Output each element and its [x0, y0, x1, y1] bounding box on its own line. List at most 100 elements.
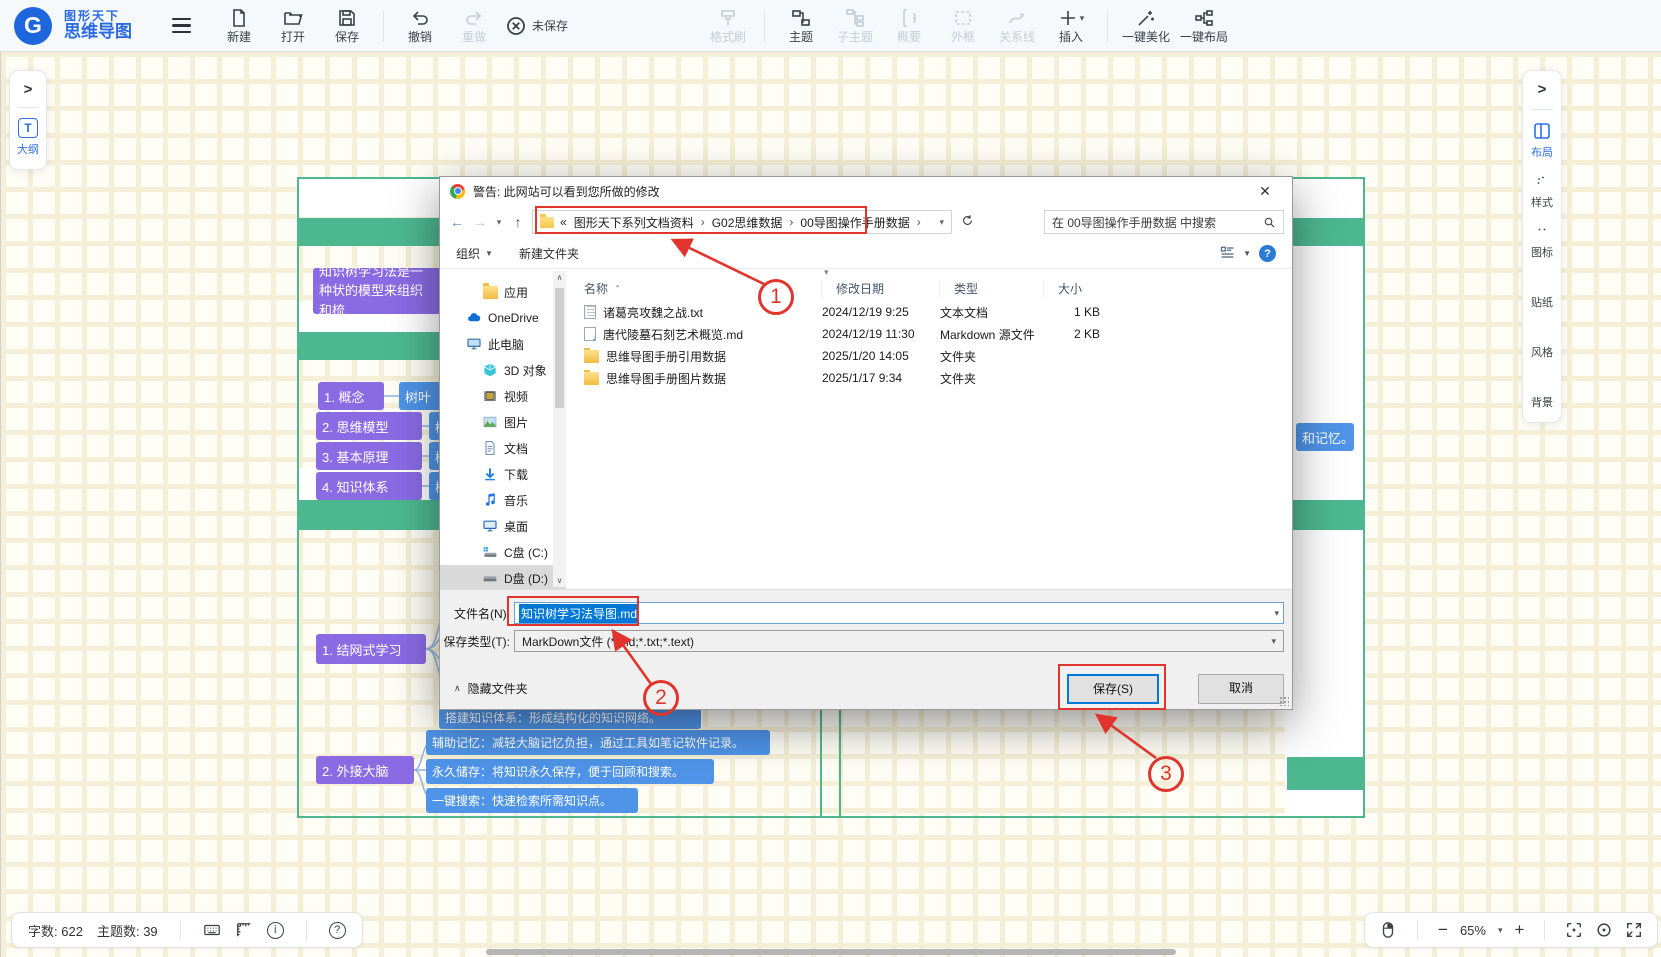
undo-button[interactable]: 撤销 [398, 8, 442, 43]
nav-item-3D 对象[interactable]: 3D 对象 [440, 357, 566, 383]
nav-item-文档[interactable]: 文档 [440, 435, 566, 461]
refresh-icon[interactable] [957, 214, 977, 230]
mouse-icon[interactable] [1379, 921, 1397, 939]
breadcrumb-overflow[interactable]: « [560, 215, 567, 229]
save-file-dialog: 警告: 此网站可以看到您所做的修改 ✕ ← → ▾ ↑ « 图形天下系列文档资料… [439, 176, 1293, 710]
auto-layout-button[interactable]: 一键布局 [1180, 8, 1228, 43]
organize-menu[interactable]: 组织▼ [456, 245, 493, 262]
breadcrumb-level2[interactable]: G02思维数据 [712, 214, 783, 231]
column-size[interactable]: 大小 [1044, 280, 1110, 298]
mindmap-node[interactable]: 2. 外接大脑 [316, 756, 414, 784]
back-icon[interactable]: ← [448, 214, 466, 230]
expand-left-panel-icon[interactable]: > [24, 81, 33, 98]
beautify-button[interactable]: 一键美化 [1122, 8, 1170, 43]
column-date[interactable]: 修改日期 [822, 280, 940, 298]
zoom-level[interactable]: 65% [1460, 923, 1486, 938]
panel-item-icon[interactable]: 图标 [1531, 221, 1553, 260]
file-row[interactable]: 诸葛亮攻魏之战.txt2024/12/19 9:25文本文档1 KB [570, 301, 1286, 323]
dialog-titlebar[interactable]: 警告: 此网站可以看到您所做的修改 ✕ [440, 177, 1292, 205]
nav-pane-scrollbar[interactable]: ∧∨ [553, 271, 566, 587]
savetype-select[interactable]: MarkDown文件 (*.md;*.txt;*.text) ▾ [514, 630, 1284, 652]
file-row[interactable]: 思维导图手册引用数据2025/1/20 14:05文件夹 [570, 345, 1286, 367]
forward-icon[interactable]: → [471, 214, 489, 230]
toolbar-button-label: 一键美化 [1122, 31, 1170, 43]
topic-button[interactable]: 主题 [779, 8, 823, 43]
zoom-dropdown-icon[interactable]: ▾ [1498, 925, 1503, 936]
resize-grip[interactable] [1279, 696, 1289, 706]
nav-item-此电脑[interactable]: 此电脑 [440, 331, 566, 357]
mindmap-node[interactable]: 2. 思维模型 [316, 412, 422, 440]
scroll-down-icon[interactable]: ∨ [557, 576, 563, 585]
insert-button[interactable]: ▾插入 [1049, 8, 1093, 43]
zoom-out-button[interactable]: − [1438, 920, 1448, 940]
menu-icon[interactable] [172, 18, 191, 33]
mindmap-node[interactable]: 1. 结网式学习 [316, 634, 426, 664]
help-icon[interactable]: ? [1259, 245, 1276, 262]
panel-item-theme[interactable]: 风格 [1531, 321, 1553, 360]
save-button[interactable]: 保存(S) [1067, 674, 1159, 704]
nav-item-下载[interactable]: 下载 [440, 461, 566, 487]
zoom-in-button[interactable]: + [1515, 920, 1525, 940]
column-chevron-icon[interactable]: ▾ [824, 267, 829, 278]
ruler-icon[interactable] [235, 921, 253, 939]
nav-item-C盘 (C:)[interactable]: C盘 (C:) [440, 539, 566, 565]
file-row[interactable]: 唐代陵墓石刻艺术概览.md2024/12/19 11:30Markdown 源文… [570, 323, 1286, 345]
view-mode-icon[interactable] [1220, 245, 1235, 263]
up-icon[interactable]: ↑ [509, 214, 527, 230]
new-folder-button[interactable]: 新建文件夹 [519, 245, 579, 262]
close-icon[interactable]: ✕ [1248, 183, 1282, 200]
keyboard-icon[interactable] [203, 921, 221, 939]
fit-screen-icon[interactable] [1565, 921, 1583, 939]
address-dropdown-icon[interactable]: ▾ [939, 217, 944, 228]
breadcrumb-root[interactable]: 图形天下系列文档资料 [574, 214, 694, 231]
mindmap-node[interactable]: 一键搜索：快速检索所需知识点。 [426, 788, 638, 813]
search-input[interactable]: 在 00导图操作手册数据 中搜索 [1044, 210, 1284, 234]
expand-right-panel-icon[interactable]: > [1538, 81, 1547, 98]
address-bar[interactable]: « 图形天下系列文档资料 › G02思维数据 › 00导图操作手册数据 › ▾ [532, 210, 952, 234]
file-row[interactable]: 思维导图手册图片数据2025/1/17 9:34文件夹 [570, 367, 1286, 389]
mindmap-node[interactable]: 辅助记忆：减轻大脑记忆负担，通过工具如笔记软件记录。 [426, 730, 770, 755]
filename-dropdown-icon[interactable]: ▾ [1274, 608, 1279, 619]
mindmap-node[interactable]: 和记忆。 [1296, 423, 1354, 451]
mindmap-node[interactable]: 1. 概念 [318, 382, 384, 410]
mindmap-node[interactable]: 知识树学习法是一种状的模型来组织和梳 [313, 268, 441, 314]
mindmap-node[interactable]: 4. 知识体系 [316, 472, 422, 500]
info-icon[interactable]: i [267, 922, 284, 939]
layout-icon [1532, 121, 1552, 141]
nav-item-音乐[interactable]: 音乐 [440, 487, 566, 513]
panel-item-background[interactable]: 背景 [1531, 371, 1553, 410]
scrollbar-thumb[interactable] [555, 288, 564, 408]
mindmap-node[interactable]: 3. 基本原理 [316, 442, 422, 470]
nav-item-桌面[interactable]: 桌面 [440, 513, 566, 539]
mindmap-node[interactable]: 永久储存：将知识永久保存，便于回顾和搜索。 [426, 759, 714, 784]
breadcrumb-level3[interactable]: 00导图操作手册数据 [800, 214, 909, 231]
hide-folders-button[interactable]: ∧隐藏文件夹 [454, 680, 528, 697]
save-button[interactable]: 保存 [325, 8, 369, 43]
view-mode-chevron-icon[interactable]: ▼ [1243, 249, 1251, 258]
mindmap-canvas[interactable]: 知识树学习法是一种状的模型来组织和梳 1. 概念2. 思维模型3. 基本原理4. … [0, 52, 1661, 957]
nav-item-OneDrive[interactable]: OneDrive [440, 305, 566, 331]
panel-item-layout[interactable]: 布局 [1531, 121, 1553, 160]
nav-item-视频[interactable]: 视频 [440, 383, 566, 409]
filename-input[interactable]: 知识树学习法导图.md ▾ [514, 602, 1284, 624]
breadcrumb[interactable]: « 图形天下系列文档资料 › G02思维数据 › 00导图操作手册数据 › [560, 214, 921, 231]
open-button[interactable]: 打开 [271, 8, 315, 43]
help-circle-icon[interactable]: ? [329, 922, 346, 939]
history-chevron-icon[interactable]: ▾ [494, 217, 504, 228]
nav-item-图片[interactable]: 图片 [440, 409, 566, 435]
column-type[interactable]: 类型 [940, 280, 1044, 298]
locate-center-icon[interactable] [1595, 921, 1613, 939]
nav-item-应用[interactable]: 应用 [440, 279, 566, 305]
unsaved-button[interactable]: 未保存 [506, 16, 568, 36]
panel-item-style[interactable]: 样式 [1531, 171, 1553, 210]
new-button[interactable]: 新建 [217, 8, 261, 43]
fullscreen-icon[interactable] [1625, 921, 1643, 939]
panel-item-sticker[interactable]: 贴纸 [1531, 271, 1553, 310]
scroll-up-icon[interactable]: ∧ [557, 273, 563, 282]
nav-item-D盘 (D:)[interactable]: D盘 (D:) [440, 565, 566, 591]
cancel-button[interactable]: 取消 [1198, 674, 1284, 704]
outline-icon[interactable]: T [18, 118, 38, 138]
outline-label[interactable]: 大纲 [17, 141, 39, 157]
horizontal-scrollbar[interactable] [486, 949, 1176, 955]
mindmap-node[interactable]: 树叶 [399, 382, 441, 410]
